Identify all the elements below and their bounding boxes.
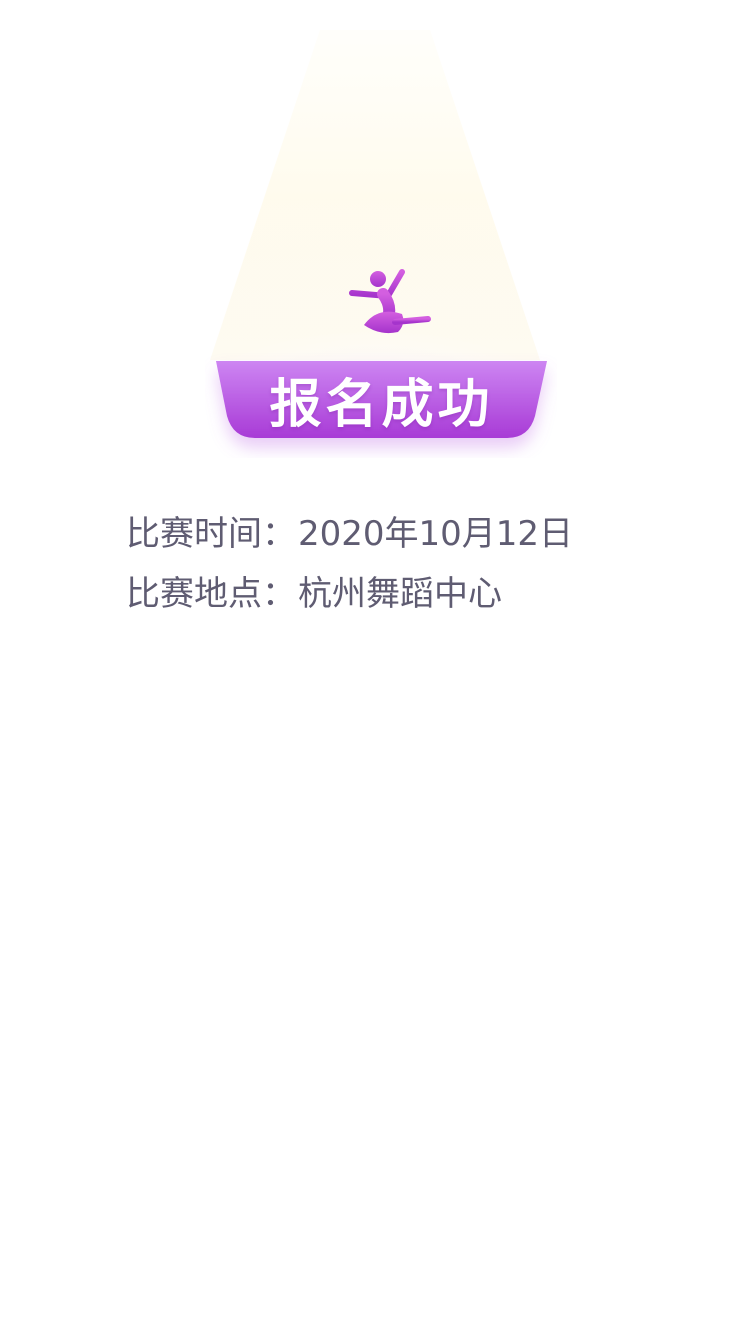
event-location-value: 杭州舞蹈中心 xyxy=(298,573,502,614)
status-title: 报名成功 xyxy=(269,374,494,435)
event-location-row: 比赛地点： 杭州舞蹈中心 xyxy=(126,560,726,620)
event-location-label: 比赛地点： xyxy=(126,573,296,614)
event-time-row: 比赛时间： 2020年10月12日 xyxy=(126,500,726,560)
event-details: 比赛时间： 2020年10月12日 比赛地点： 杭州舞蹈中心 xyxy=(126,500,726,620)
event-time-label: 比赛时间： xyxy=(126,513,296,554)
event-time-value: 2020年10月12日 xyxy=(298,513,574,554)
